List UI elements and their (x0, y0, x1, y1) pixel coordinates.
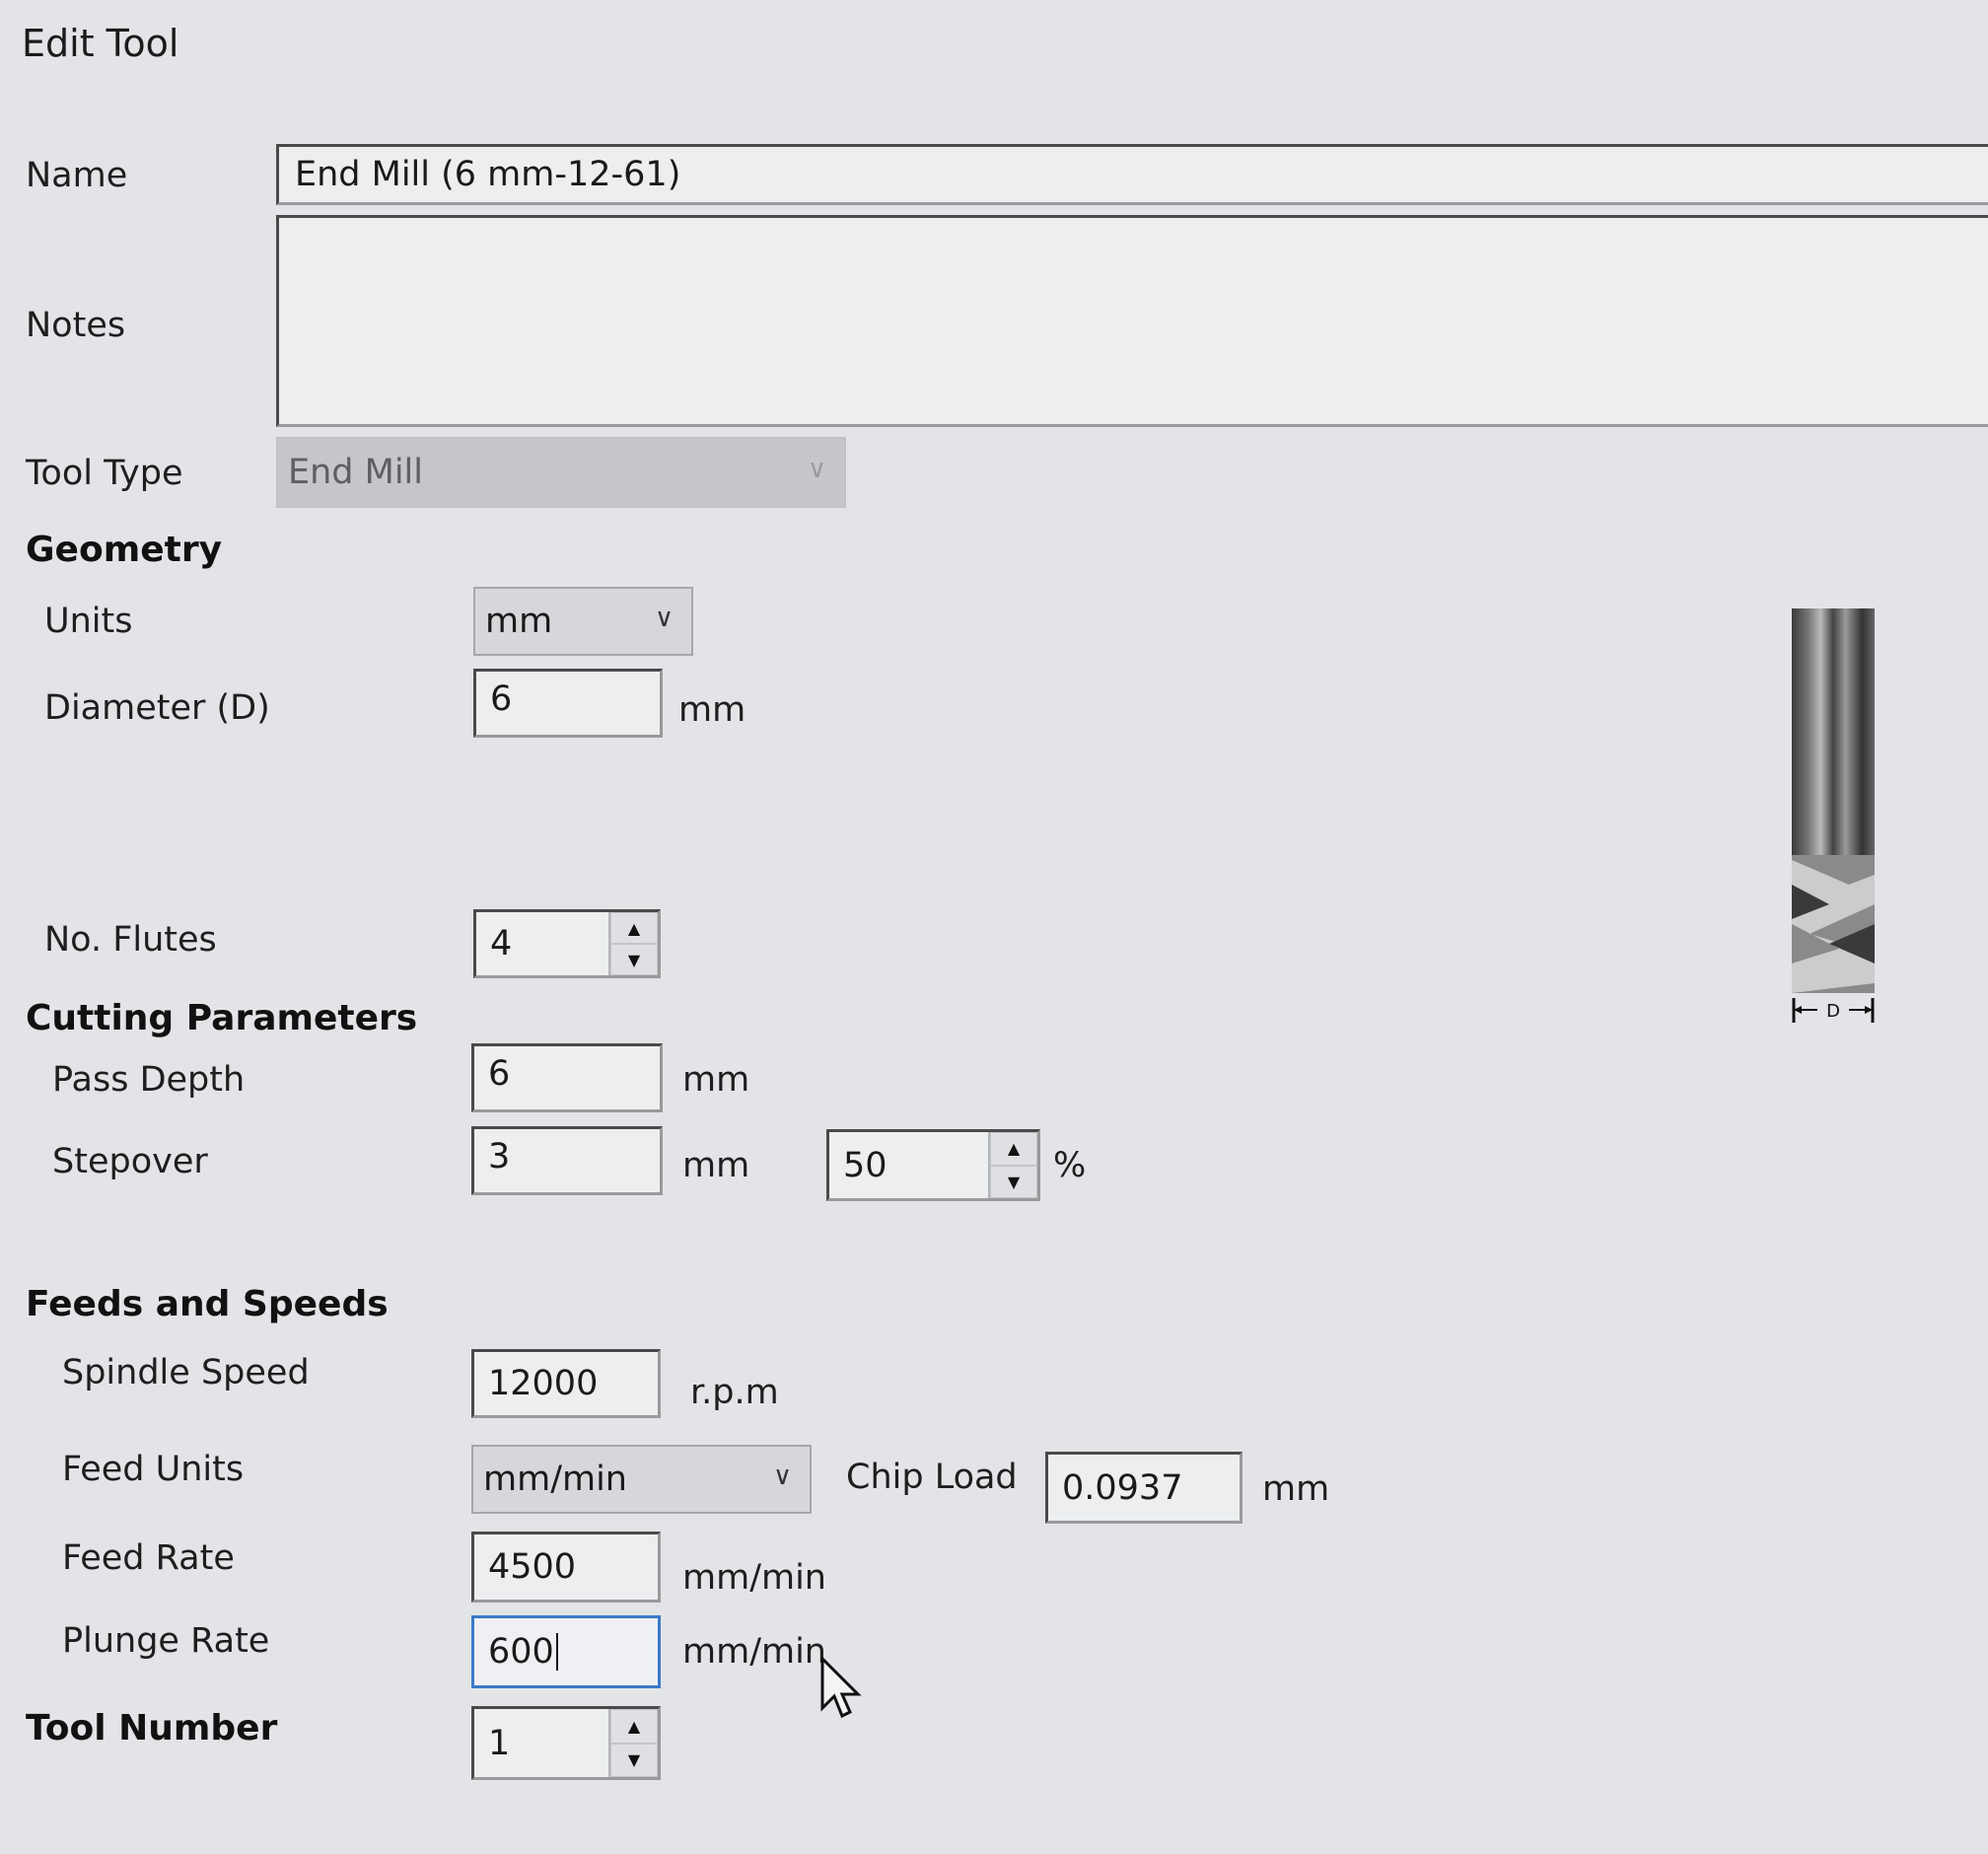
units-dropdown[interactable]: mm ∨ (473, 587, 693, 656)
feed-units-label: Feed Units (62, 1450, 245, 1489)
spindle-speed-value: 12000 (488, 1364, 599, 1403)
spindle-speed-label: Spindle Speed (62, 1353, 310, 1392)
stepover-percent-value: 50 (843, 1145, 888, 1185)
diameter-label: Diameter (D) (44, 688, 270, 728)
units-value: mm (485, 602, 553, 641)
tool-type-label: Tool Type (26, 454, 183, 493)
plunge-rate-input[interactable]: 600 (471, 1615, 661, 1688)
text-caret (555, 1633, 558, 1671)
stepover-label: Stepover (52, 1142, 208, 1181)
plunge-rate-unit: mm/min (682, 1632, 826, 1672)
chip-load-value: 0.0937 (1062, 1467, 1183, 1508)
diameter-unit: mm (678, 690, 746, 730)
feed-rate-unit: mm/min (682, 1558, 826, 1598)
stepover-percent-unit: % (1053, 1146, 1087, 1185)
mouse-cursor-icon (820, 1657, 862, 1719)
chevron-down-icon: ∨ (772, 1462, 792, 1491)
cutting-parameters-heading: Cutting Parameters (26, 998, 418, 1038)
name-value: End Mill (6 mm-12-61) (295, 155, 681, 194)
plunge-rate-label: Plunge Rate (62, 1621, 270, 1661)
flutes-value: 4 (490, 924, 513, 963)
feed-rate-label: Feed Rate (62, 1538, 235, 1578)
tool-type-value: End Mill (288, 453, 424, 492)
name-input[interactable]: End Mill (6 mm-12-61) (276, 144, 1988, 205)
spin-down-button[interactable]: ▼ (990, 1165, 1037, 1198)
end-mill-diagram-icon: D (1792, 608, 1875, 1023)
flutes-spinner[interactable]: 4 ▲ ▼ (473, 909, 661, 978)
flutes-label: No. Flutes (44, 920, 217, 960)
spin-down-button[interactable]: ▼ (610, 944, 658, 975)
tool-number-label: Tool Number (26, 1708, 278, 1748)
pass-depth-label: Pass Depth (52, 1060, 246, 1100)
flutes-spin-buttons: ▲ ▼ (608, 912, 658, 975)
geometry-heading: Geometry (26, 530, 223, 570)
stepover-input[interactable]: 3 (471, 1126, 663, 1195)
plunge-rate-value: 600 (488, 1632, 554, 1672)
tool-number-value: 1 (488, 1723, 511, 1763)
spindle-speed-input[interactable]: 12000 (471, 1349, 661, 1418)
stepover-percent-spinner[interactable]: 50 ▲ ▼ (826, 1129, 1040, 1201)
notes-label: Notes (26, 306, 126, 345)
spin-down-button[interactable]: ▼ (610, 1743, 658, 1777)
pass-depth-input[interactable]: 6 (471, 1043, 663, 1112)
diameter-value: 6 (490, 679, 513, 719)
stepover-value: 3 (488, 1137, 511, 1177)
tool-number-spinner[interactable]: 1 ▲ ▼ (471, 1706, 661, 1780)
tool-number-spin-buttons: ▲ ▼ (608, 1709, 658, 1777)
feed-rate-input[interactable]: 4500 (471, 1532, 661, 1603)
spin-up-button[interactable]: ▲ (990, 1132, 1037, 1166)
diagram-dimension-label: D (1826, 1001, 1840, 1022)
chip-load-unit: mm (1262, 1469, 1330, 1509)
chip-load-label: Chip Load (846, 1458, 1018, 1497)
pass-depth-unit: mm (682, 1060, 750, 1100)
stepover-percent-spin-buttons: ▲ ▼ (988, 1132, 1037, 1198)
spin-up-button[interactable]: ▲ (610, 912, 658, 944)
units-label: Units (44, 602, 133, 641)
feed-rate-value: 4500 (488, 1547, 577, 1587)
feeds-speeds-heading: Feeds and Speeds (26, 1284, 389, 1324)
notes-textarea[interactable] (276, 215, 1988, 427)
spindle-speed-unit: r.p.m (690, 1373, 779, 1412)
tool-type-dropdown[interactable]: End Mill ∨ (276, 437, 846, 508)
name-label: Name (26, 156, 128, 195)
pass-depth-value: 6 (488, 1054, 511, 1094)
chevron-down-icon: ∨ (654, 604, 674, 633)
chip-load-input[interactable]: 0.0937 (1045, 1452, 1242, 1524)
chevron-down-icon: ∨ (807, 455, 826, 484)
spin-up-button[interactable]: ▲ (610, 1709, 658, 1744)
feed-units-dropdown[interactable]: mm/min ∨ (471, 1445, 812, 1514)
stepover-unit: mm (682, 1146, 750, 1185)
feed-units-value: mm/min (483, 1460, 627, 1499)
dialog-title: Edit Tool (22, 22, 179, 65)
diameter-input[interactable]: 6 (473, 669, 663, 738)
